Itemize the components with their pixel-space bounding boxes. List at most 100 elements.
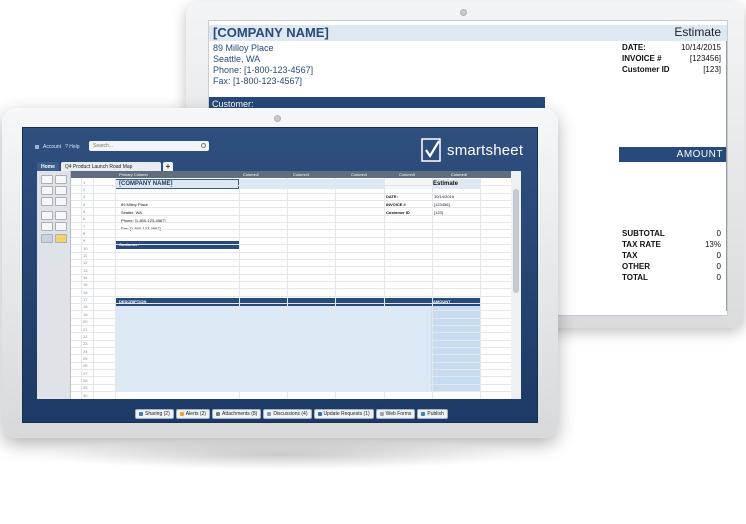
tab-sheet[interactable]: Q4 Product Launch Road Map: [60, 162, 161, 171]
column-header[interactable]: Column3: [293, 172, 309, 177]
sheet-grid[interactable]: Primary Column Column2 Column3 Column4 C…: [71, 171, 511, 399]
column-header[interactable]: Column4: [351, 172, 367, 177]
app-screen: Account ? Help Search... smartsheet Home: [22, 127, 538, 423]
total-value: 0: [716, 273, 721, 282]
search-icon[interactable]: [201, 143, 206, 148]
total-value: 0: [716, 262, 721, 271]
row-number[interactable]: 10: [83, 246, 87, 251]
bottom-toolbar: Sharing (2) Alerts (2) Attachments (8) D…: [135, 409, 448, 419]
total-value: 0: [716, 229, 721, 238]
row-line: [71, 347, 511, 349]
alerts-button[interactable]: Alerts (2): [175, 409, 211, 419]
row-number[interactable]: 13: [83, 268, 87, 273]
column-header[interactable]: Primary Column: [119, 172, 148, 177]
meta-label: Customer ID: [622, 65, 670, 74]
indent-button[interactable]: [55, 211, 67, 220]
attachments-button[interactable]: Attachments (8): [212, 409, 262, 419]
search-input[interactable]: Search...: [89, 141, 209, 151]
smartsheet-logo: smartsheet: [421, 138, 523, 162]
row-line: [71, 310, 511, 312]
row-line: [71, 288, 511, 290]
checkmark-logo-icon: [421, 138, 441, 162]
discussions-button[interactable]: Discussions (4): [263, 409, 312, 419]
column-header[interactable]: Column6: [451, 172, 467, 177]
button-label: Update Requests (1): [323, 411, 370, 417]
row-number[interactable]: 16: [83, 290, 87, 295]
help-link[interactable]: ? Help: [65, 144, 79, 150]
format-button[interactable]: [41, 211, 53, 220]
color-button[interactable]: [55, 234, 67, 243]
row-number[interactable]: 28: [83, 378, 87, 383]
row-line: [71, 258, 511, 260]
redo-button[interactable]: [55, 197, 67, 206]
row-number[interactable]: 5: [83, 209, 85, 214]
row-number[interactable]: 15: [83, 282, 87, 287]
company-name: [COMPANY NAME]: [213, 25, 329, 40]
row-number[interactable]: 21: [83, 327, 87, 332]
sheet-meta-value: [123456]: [434, 202, 450, 207]
sheet-address: 89 Milloy Place: [121, 202, 148, 207]
row-number[interactable]: 6: [83, 216, 85, 221]
row-number[interactable]: 29: [83, 385, 87, 390]
view-button[interactable]: [41, 186, 53, 195]
row-number[interactable]: 7: [83, 224, 85, 229]
undo-button[interactable]: [41, 197, 53, 206]
address-line: Fax: [1-800-123-4567]: [213, 76, 303, 86]
row-number[interactable]: 26: [83, 363, 87, 368]
row-number[interactable]: 8: [83, 231, 85, 236]
row-number[interactable]: 20: [83, 319, 87, 324]
row-line: [71, 251, 511, 253]
sheet-workspace: Primary Column Column2 Column3 Column4 C…: [37, 171, 521, 399]
row-number[interactable]: 2: [83, 187, 85, 192]
row-number[interactable]: 12: [83, 260, 87, 265]
scrollbar-thumb[interactable]: [513, 189, 519, 293]
row-number[interactable]: 11: [83, 253, 87, 258]
row-number[interactable]: 3: [83, 194, 85, 199]
row-number[interactable]: 4: [83, 202, 85, 207]
filter-button[interactable]: [41, 222, 53, 231]
new-row-button[interactable]: [41, 175, 53, 184]
account-menu[interactable]: Account ? Help: [35, 144, 80, 150]
row-number[interactable]: 22: [83, 334, 87, 339]
row-line: [71, 369, 511, 371]
column-header[interactable]: Column2: [243, 172, 259, 177]
row-number[interactable]: 25: [83, 356, 87, 361]
update-requests-button[interactable]: Update Requests (1): [313, 409, 374, 419]
row-number[interactable]: 1: [83, 180, 85, 185]
column-button[interactable]: [55, 222, 67, 231]
camera-dot: [460, 9, 467, 16]
meta-label: DATE:: [622, 43, 646, 52]
row-number[interactable]: 9: [83, 238, 85, 243]
export-button[interactable]: [55, 186, 67, 195]
product-illustration: [COMPANY NAME] Estimate 89 Milloy Place …: [0, 0, 746, 524]
add-tab-button[interactable]: +: [162, 162, 173, 171]
sharing-button[interactable]: Sharing (2): [135, 409, 174, 419]
row-number[interactable]: 18: [83, 304, 87, 309]
row-number[interactable]: 23: [83, 341, 87, 346]
print-button[interactable]: [55, 175, 67, 184]
total-label: SUBTOTAL: [622, 229, 665, 238]
row-number[interactable]: 14: [83, 275, 87, 280]
publish-button[interactable]: Publish: [417, 409, 448, 419]
row-number[interactable]: 30: [83, 393, 87, 398]
row-number[interactable]: 24: [83, 349, 87, 354]
vertical-scrollbar[interactable]: [511, 171, 521, 399]
tab-home[interactable]: Home: [37, 162, 59, 171]
row-number[interactable]: 27: [83, 371, 87, 376]
row-line: [71, 376, 511, 378]
row-number[interactable]: 19: [83, 312, 87, 317]
row-line: [71, 280, 511, 282]
update-request-icon: [317, 412, 322, 416]
row-number[interactable]: 17: [83, 297, 87, 302]
camera-dot: [274, 115, 281, 122]
button-label: Sharing (2): [145, 411, 170, 417]
row-line: [71, 361, 511, 363]
row-line: [71, 222, 511, 224]
amount-area[interactable]: [431, 306, 480, 392]
search-placeholder: Search...: [93, 143, 114, 149]
web-forms-button[interactable]: Web Forms: [375, 409, 416, 419]
column-header[interactable]: Column5: [399, 172, 415, 177]
row-line: [71, 295, 511, 297]
sheet-meta-label: INVOICE #: [386, 202, 406, 207]
highlight-button[interactable]: [41, 234, 53, 243]
